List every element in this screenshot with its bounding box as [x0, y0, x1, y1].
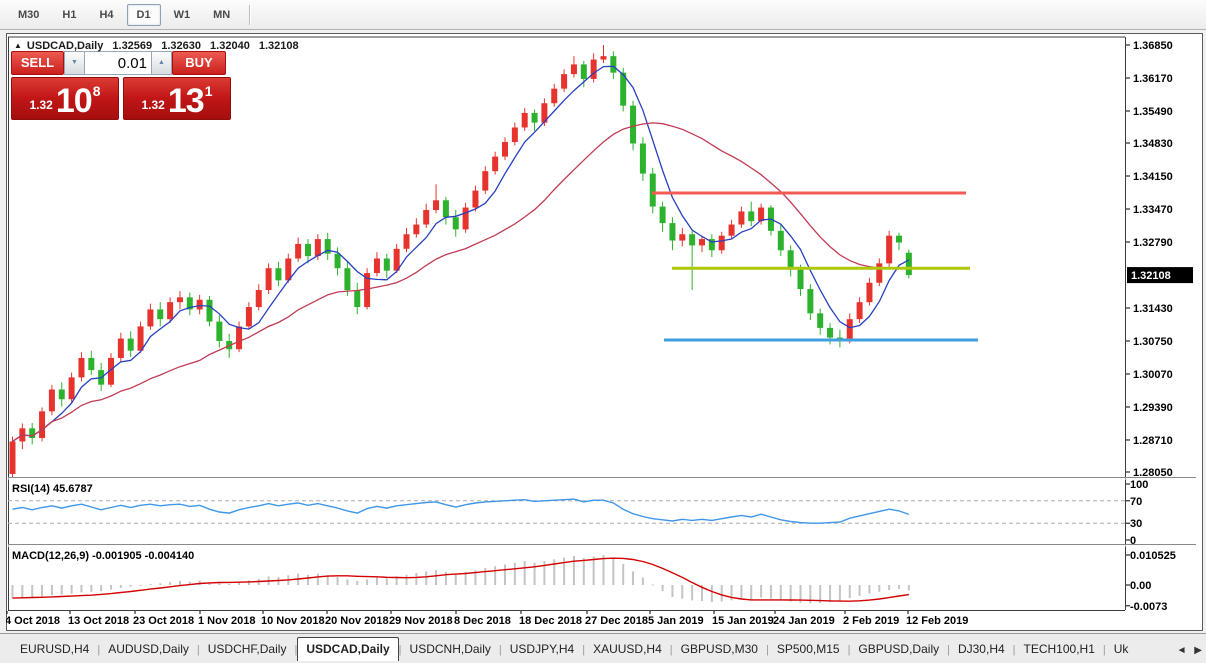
price-tick-label: 1.34150	[1133, 171, 1173, 183]
sell-price-point: 8	[92, 83, 101, 99]
chart-tab-xauusd-h4[interactable]: XAUUSD,H4	[585, 639, 670, 661]
macd-axis-label: 0.00	[1130, 580, 1151, 592]
date-tick-label: 8 Dec 2018	[454, 615, 511, 627]
sell-price-pips: 10	[55, 82, 93, 121]
chart-tab-gbpusd-daily[interactable]: GBPUSD,Daily	[850, 639, 947, 661]
chart-frame	[8, 36, 1196, 611]
trade-controls-row: SELL ▼ ▲ BUY	[11, 51, 237, 75]
macd-indicator-label: MACD(12,26,9) -0.001905 -0.004140	[12, 550, 194, 562]
quote-low: 1.32040	[210, 40, 250, 52]
timeframe-button-w1[interactable]: W1	[164, 4, 201, 26]
time-axis[interactable]: 4 Oct 2018 13 Oct 2018 23 Oct 2018 1 Nov 20…	[6, 611, 968, 627]
volume-decrease-button[interactable]: ▼	[64, 51, 85, 75]
chart-title-symbol: USDCAD,Daily	[26, 40, 104, 52]
date-tick-label: 27 Dec 2018	[585, 615, 648, 627]
timeframe-toolbar: M30 H1 H4 D1 W1 MN	[0, 0, 1206, 30]
volume-increase-button[interactable]: ▲	[151, 51, 172, 75]
date-tick-label: 29 Nov 2018	[389, 615, 453, 627]
price-tick-label: 1.28710	[1133, 435, 1173, 447]
chart-tab-eurusd-h4[interactable]: EURUSD,H4	[12, 639, 97, 661]
timeframe-button-d1[interactable]: D1	[126, 4, 161, 26]
rsi-axis-label: 70	[1130, 496, 1142, 508]
rsi-axis-label: 30	[1130, 518, 1142, 530]
quote-open: 1.32569	[112, 40, 153, 52]
collapse-icon[interactable]: ▲	[14, 41, 22, 50]
price-tick-label: 1.30070	[1133, 369, 1173, 381]
price-tick-label: 1.36850	[1133, 40, 1173, 52]
sell-price-panel[interactable]: 1.32 10 8	[11, 77, 119, 120]
price-tick-label: 1.33470	[1133, 204, 1173, 216]
price-tick-label: 1.31430	[1133, 303, 1173, 315]
tab-scroll-arrows: ◄ ▶	[1167, 645, 1202, 656]
macd-histogram	[11, 555, 910, 604]
macd-axis-label: -0.0073	[1130, 601, 1167, 613]
chart-tab-usdcad-daily[interactable]: USDCAD,Daily	[297, 637, 399, 661]
volume-input[interactable]	[85, 51, 151, 75]
buy-price-pips: 13	[167, 82, 205, 121]
scroll-right-icon[interactable]: ▶	[1194, 645, 1202, 656]
price-tick-label: 1.28050	[1133, 467, 1173, 479]
rsi-axis-label: 100	[1130, 479, 1148, 491]
buy-price-point: 1	[204, 83, 213, 99]
chart-tab-sp500-m15[interactable]: SP500,M15	[769, 639, 848, 661]
date-tick-label: 23 Oct 2018	[133, 615, 194, 627]
trade-prices-row: 1.32 10 8 1.32 13 1	[11, 77, 237, 120]
chevron-up-icon: ▲	[158, 59, 165, 66]
price-tick-label: 1.35490	[1133, 106, 1173, 118]
rsi-axis-label: 0	[1130, 535, 1136, 547]
buy-price-base: 1.32	[141, 98, 165, 112]
quote-close: 1.32108	[258, 40, 299, 52]
chart-title: ▲ USDCAD,Daily 1.32569 1.32630 1.32040 1.…	[14, 40, 299, 52]
rsi-line	[12, 498, 910, 524]
date-tick-label: 13 Oct 2018	[68, 615, 129, 627]
timeframe-button-group: M30 H1 H4 D1 W1 MN	[8, 3, 252, 27]
chart-tab-usdjpy-h4[interactable]: USDJPY,H4	[502, 639, 582, 661]
buy-button[interactable]: BUY	[172, 51, 226, 75]
chart-tab-gbpusd-m30[interactable]: GBPUSD,M30	[673, 639, 766, 661]
chart-tab-dj30-h4[interactable]: DJ30,H4	[950, 639, 1013, 661]
chart-tab-usdchf-daily[interactable]: USDCHF,Daily	[200, 639, 295, 661]
current-price-label: 1.32108	[1131, 270, 1171, 282]
chart-tab-tech100-h1[interactable]: TECH100,H1	[1016, 639, 1103, 661]
price-tick-label: 1.32790	[1133, 237, 1173, 249]
timeframe-button-m30[interactable]: M30	[8, 4, 49, 26]
chevron-down-icon: ▼	[71, 59, 78, 66]
date-tick-label: 4 Oct 2018	[6, 615, 60, 627]
current-price-badge: 1.32108	[1127, 267, 1193, 284]
date-tick-label: 15 Jan 2019	[712, 615, 774, 627]
price-tick-label: 1.34830	[1133, 138, 1173, 150]
date-tick-label: 24 Jan 2019	[773, 615, 835, 627]
price-axis[interactable]: 1.36850 1.36170 1.35490 1.34830 1.34150 1.334…	[1126, 40, 1173, 479]
date-tick-label: 5 Jan 2019	[648, 615, 704, 627]
sell-price-base: 1.32	[29, 98, 53, 112]
chart-tab-audusd-daily[interactable]: AUDUSD,Daily	[100, 639, 197, 661]
ma-fast-line	[12, 65, 910, 442]
date-tick-label: 1 Nov 2018	[198, 615, 255, 627]
chart-tab-uk[interactable]: Uk	[1106, 639, 1137, 661]
one-click-trade-widget: SELL ▼ ▲ BUY 1.32 10 8 1.32 13 1	[11, 51, 237, 120]
date-tick-label: 12 Feb 2019	[906, 615, 968, 627]
chart-tab-bar: EURUSD,H4 | AUDUSD,Daily | USDCHF,Daily | USDC…	[0, 633, 1206, 663]
scroll-left-icon[interactable]: ◄	[1177, 645, 1187, 656]
chart-tab-usdcnh-daily[interactable]: USDCNH,Daily	[402, 639, 499, 661]
timeframe-button-h4[interactable]: H4	[89, 4, 123, 26]
macd-signal-line	[12, 557, 909, 602]
macd-axis-label: 0.010525	[1130, 550, 1176, 562]
sell-button[interactable]: SELL	[11, 51, 64, 75]
date-tick-label: 18 Dec 2018	[519, 615, 582, 627]
timeframe-button-h1[interactable]: H1	[52, 4, 86, 26]
chart-canvas[interactable]: 1.36850 1.36170 1.35490 1.34830 1.34150 1.334…	[6, 33, 1203, 631]
date-tick-label: 2 Feb 2019	[843, 615, 899, 627]
price-tick-label: 1.30750	[1133, 336, 1173, 348]
toolbar-separator	[249, 5, 252, 25]
buy-price-panel[interactable]: 1.32 13 1	[123, 77, 231, 120]
date-tick-label: 20 Nov 2018	[325, 615, 389, 627]
quote-high: 1.32630	[161, 40, 201, 52]
date-tick-label: 10 Nov 2018	[261, 615, 325, 627]
price-tick-label: 1.29390	[1133, 402, 1173, 414]
ma-slow-line	[12, 122, 909, 442]
rsi-indicator-label: RSI(14) 45.6787	[12, 483, 93, 495]
price-tick-label: 1.36170	[1133, 73, 1173, 85]
timeframe-button-mn[interactable]: MN	[203, 4, 240, 26]
